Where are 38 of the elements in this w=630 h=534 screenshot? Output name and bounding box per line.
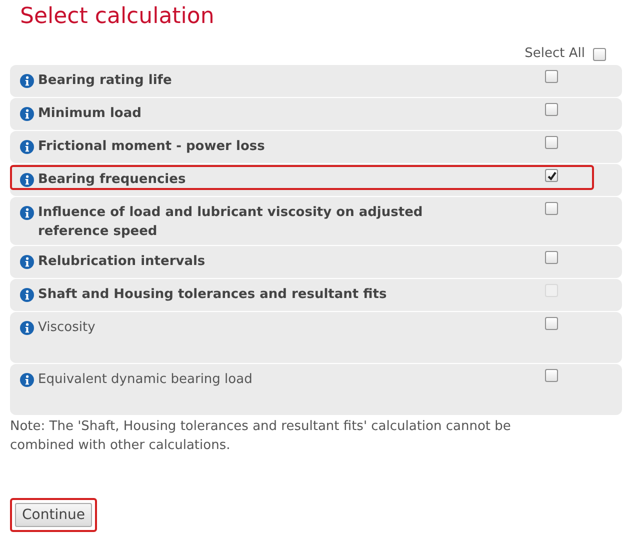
calculation-row[interactable]: Equivalent dynamic bearing load	[10, 364, 622, 415]
note-text: Note: The 'Shaft, Housing tolerances and resultant fits' calculation cannot be combined with other calculations.	[10, 418, 512, 455]
checkbox[interactable]	[545, 317, 558, 330]
page-title: Select calculation	[19, 3, 216, 31]
calculation-label: Bearing frequencies	[38, 171, 186, 189]
info-icon[interactable]	[20, 140, 34, 154]
calculation-row[interactable]: Bearing frequencies	[10, 164, 622, 196]
calculation-label: Minimum load	[38, 105, 142, 123]
checkbox[interactable]	[545, 202, 558, 215]
calculation-row[interactable]: Viscosity	[10, 312, 622, 363]
checkbox[interactable]	[545, 70, 558, 83]
continue-button[interactable]: Continue	[15, 503, 92, 527]
calculation-label: Bearing rating life	[38, 72, 172, 90]
info-icon[interactable]	[20, 373, 34, 387]
info-icon[interactable]	[20, 107, 34, 121]
calculation-row[interactable]: Relubrication intervals	[10, 246, 622, 278]
calculation-label: Viscosity	[38, 319, 96, 337]
info-icon[interactable]	[20, 206, 34, 220]
calculation-label: Frictional moment - power loss	[38, 138, 265, 156]
calculation-row[interactable]: Minimum load	[10, 98, 622, 130]
checkbox[interactable]	[545, 103, 558, 116]
info-icon[interactable]	[20, 321, 34, 335]
info-icon[interactable]	[20, 255, 34, 269]
checkbox[interactable]	[545, 251, 558, 264]
info-icon[interactable]	[20, 173, 34, 187]
calculation-row[interactable]: Influence of load and lubricant viscosity on adjusted reference speed	[10, 197, 622, 245]
calculation-label: Influence of load and lubricant viscosity on adjusted reference speed	[38, 204, 424, 241]
calculation-label: Equivalent dynamic bearing load	[38, 371, 252, 389]
calculation-row[interactable]: Frictional moment - power loss	[10, 131, 622, 163]
info-icon[interactable]	[20, 74, 34, 88]
checkbox[interactable]	[545, 136, 558, 149]
calculation-label: Shaft and Housing tolerances and resultant fits	[38, 286, 387, 304]
checkbox[interactable]	[545, 169, 558, 182]
calculation-row[interactable]: Bearing rating life	[10, 65, 622, 97]
checkbox[interactable]	[593, 48, 606, 60]
checkbox[interactable]	[545, 369, 558, 382]
select-all-label: Select All	[524, 45, 585, 64]
calculation-label: Relubrication intervals	[38, 253, 206, 271]
